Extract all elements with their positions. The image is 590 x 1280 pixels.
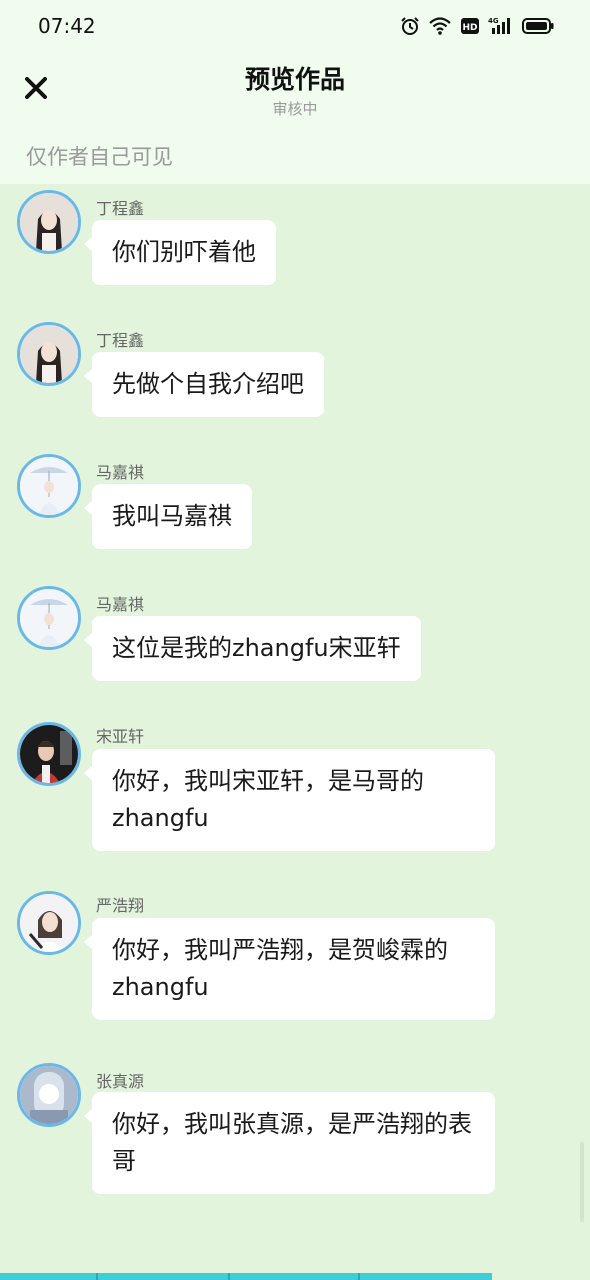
sender-name: 严浩翔: [96, 896, 145, 915]
message-bubble[interactable]: 我叫马嘉祺: [84, 484, 252, 549]
status-bar: 07:42 HD 4G: [0, 0, 590, 52]
status-icons: HD 4G: [400, 14, 554, 38]
message-bubble[interactable]: 先做个自我介绍吧: [84, 352, 324, 417]
avatar[interactable]: [17, 454, 81, 518]
message-bubble[interactable]: 这位是我的zhangfu宋亚轩: [84, 616, 421, 681]
network-label: 4G: [488, 17, 499, 25]
sender-name: 马嘉祺: [96, 463, 145, 482]
avatar[interactable]: [17, 1063, 81, 1127]
review-status: 审核中: [272, 100, 318, 118]
hd-icon: HD: [461, 18, 479, 34]
bottom-bar-divider: [96, 1273, 98, 1280]
sender-name: 丁程鑫: [96, 331, 145, 350]
avatar[interactable]: [17, 722, 81, 786]
sender-name: 丁程鑫: [96, 199, 145, 218]
avatar[interactable]: [17, 190, 81, 254]
chat-list[interactable]: 丁程鑫 你们别吓着他 丁程鑫 先做个自我介绍吧 马嘉祺 我叫马嘉祺 马嘉祺 这位…: [0, 184, 590, 1274]
sender-name: 马嘉祺: [96, 595, 145, 614]
avatar[interactable]: [17, 322, 81, 386]
bottom-bar-divider: [228, 1273, 230, 1280]
header: 07:42 HD 4G 预览作品 审核中 仅作者自己可见: [0, 0, 590, 184]
alarm-icon: [401, 17, 419, 35]
wifi-icon: [429, 17, 451, 35]
status-time: 07:42: [38, 14, 96, 38]
bottom-progress-bar: [0, 1273, 492, 1280]
battery-icon: [522, 18, 554, 34]
bottom-bar-divider: [358, 1273, 360, 1280]
avatar[interactable]: [17, 891, 81, 955]
sender-name: 宋亚轩: [96, 727, 145, 746]
hd-label: HD: [462, 23, 477, 33]
scrollbar[interactable]: [580, 1142, 584, 1222]
message-bubble[interactable]: 你好，我叫宋亚轩，是马哥的zhangfu: [84, 749, 495, 851]
sender-name: 张真源: [96, 1072, 145, 1091]
message-bubble[interactable]: 你好，我叫严浩翔，是贺峻霖的zhangfu: [84, 918, 495, 1020]
avatar[interactable]: [17, 586, 81, 650]
signal-icon: 4G: [488, 17, 510, 34]
message-bubble[interactable]: 你们别吓着他: [84, 220, 276, 285]
page-title: 预览作品: [244, 65, 345, 94]
visibility-note: 仅作者自己可见: [26, 145, 173, 169]
message-bubble[interactable]: 你好，我叫张真源，是严浩翔的表哥: [84, 1092, 495, 1194]
